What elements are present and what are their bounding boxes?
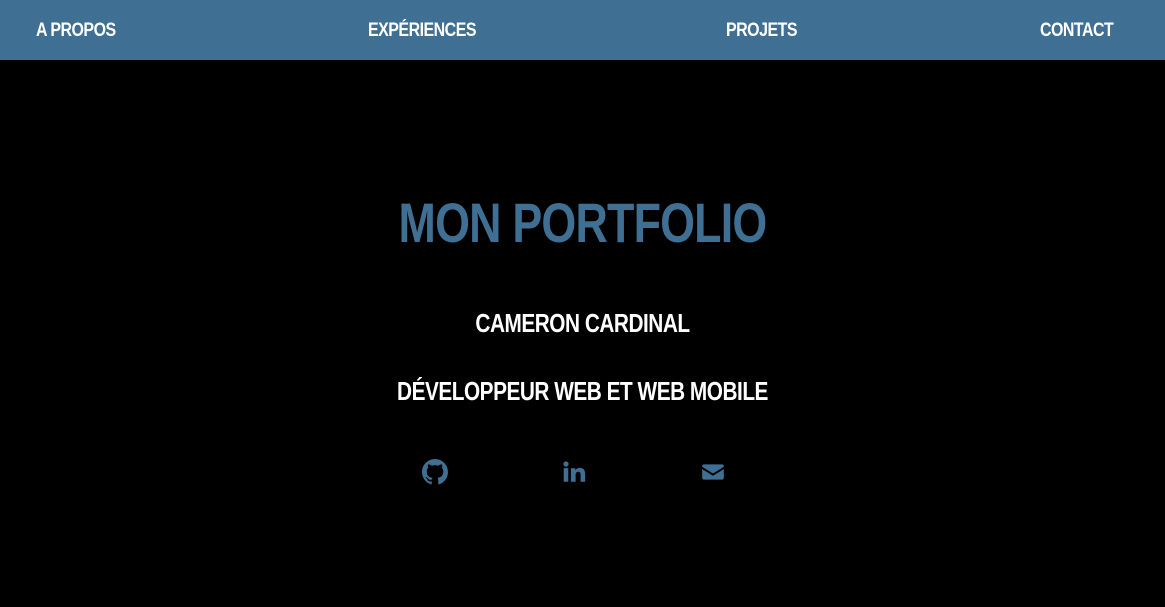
linkedin-icon [563,461,586,482]
nav-link-projets[interactable]: PROJETS [726,0,797,60]
github-icon [422,459,448,485]
nav-link-contact[interactable]: CONTACT [1040,0,1114,60]
page-title: MON PORTFOLIO [398,191,768,254]
envelope-icon [702,464,724,480]
nav-link-experiences[interactable]: EXPÉRIENCES [368,0,476,60]
email-link[interactable] [700,459,726,485]
github-link[interactable] [422,459,448,485]
author-role: DÉVELOPPEUR WEB ET WEB MOBILE [397,376,768,406]
author-name: CAMERON CARDINAL [475,308,690,338]
top-navbar: A PROPOS EXPÉRIENCES PROJETS CONTACT [0,0,1165,60]
nav-link-a-propos[interactable]: A PROPOS [36,0,116,60]
linkedin-link[interactable] [561,459,587,485]
